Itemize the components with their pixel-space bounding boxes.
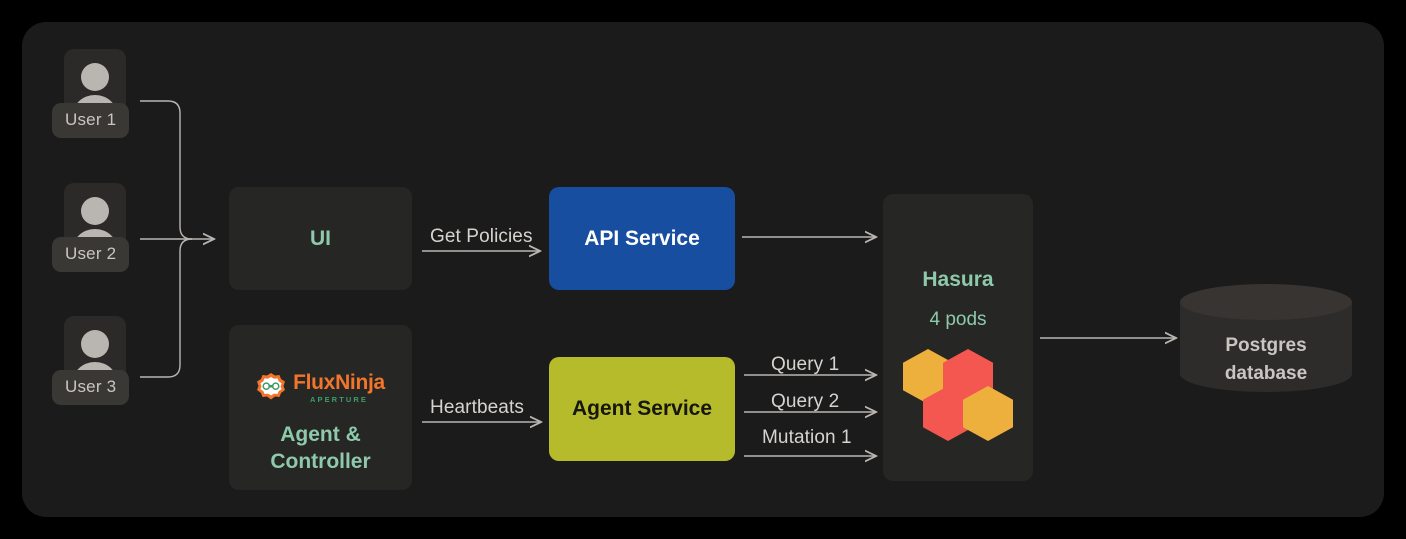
node-api-service-label: API Service xyxy=(584,226,700,250)
db-label-line1: Postgres xyxy=(1225,335,1307,356)
node-ui[interactable]: UI xyxy=(229,187,412,290)
agent-label-line1: Agent & xyxy=(280,422,361,446)
ninja-word: Ninja xyxy=(335,370,385,394)
node-hasura-title: Hasura xyxy=(922,268,994,291)
edge-label-query-2: Query 2 xyxy=(771,391,840,412)
fluxninja-wordmark: FluxNinja APERTURE xyxy=(293,372,385,404)
db-label-line2: database xyxy=(1224,362,1308,384)
edge-label-heartbeats: Heartbeats xyxy=(430,397,524,418)
node-agent-controller-label: Agent & Controller xyxy=(270,422,370,476)
node-agent-controller[interactable]: FluxNinja APERTURE Agent & Controller xyxy=(229,325,412,490)
user-label-1: User 1 xyxy=(52,103,130,138)
node-ui-label: UI xyxy=(310,226,331,250)
edge-label-query-1: Query 1 xyxy=(771,354,840,375)
node-api-service[interactable]: API Service xyxy=(549,187,735,290)
diagram-stage: User 1 User 2 User 3 UI FluxNinja APERTU… xyxy=(0,0,1406,539)
agent-label-line2: Controller xyxy=(270,449,371,473)
user-label-3: User 3 xyxy=(52,370,130,405)
node-postgres-database[interactable]: Postgres database xyxy=(1178,284,1354,392)
hasura-pods-group xyxy=(903,349,1013,441)
node-agent-service[interactable]: Agent Service xyxy=(549,357,735,461)
user-label-2: User 2 xyxy=(52,237,130,272)
node-postgres-database-label: Postgres database xyxy=(1178,332,1354,387)
node-agent-service-label: Agent Service xyxy=(571,397,713,420)
edge-label-get-policies: Get Policies xyxy=(430,226,533,247)
aperture-word: APERTURE xyxy=(309,394,369,404)
edge-label-mutation-1: Mutation 1 xyxy=(762,427,852,448)
node-hasura[interactable]: Hasura 4 pods xyxy=(883,194,1033,481)
node-hasura-subtitle: 4 pods xyxy=(929,309,987,330)
fluxninja-logo: FluxNinja APERTURE xyxy=(256,372,385,404)
fluxninja-badge-icon xyxy=(257,372,286,400)
flux-word: Flux xyxy=(293,370,336,394)
